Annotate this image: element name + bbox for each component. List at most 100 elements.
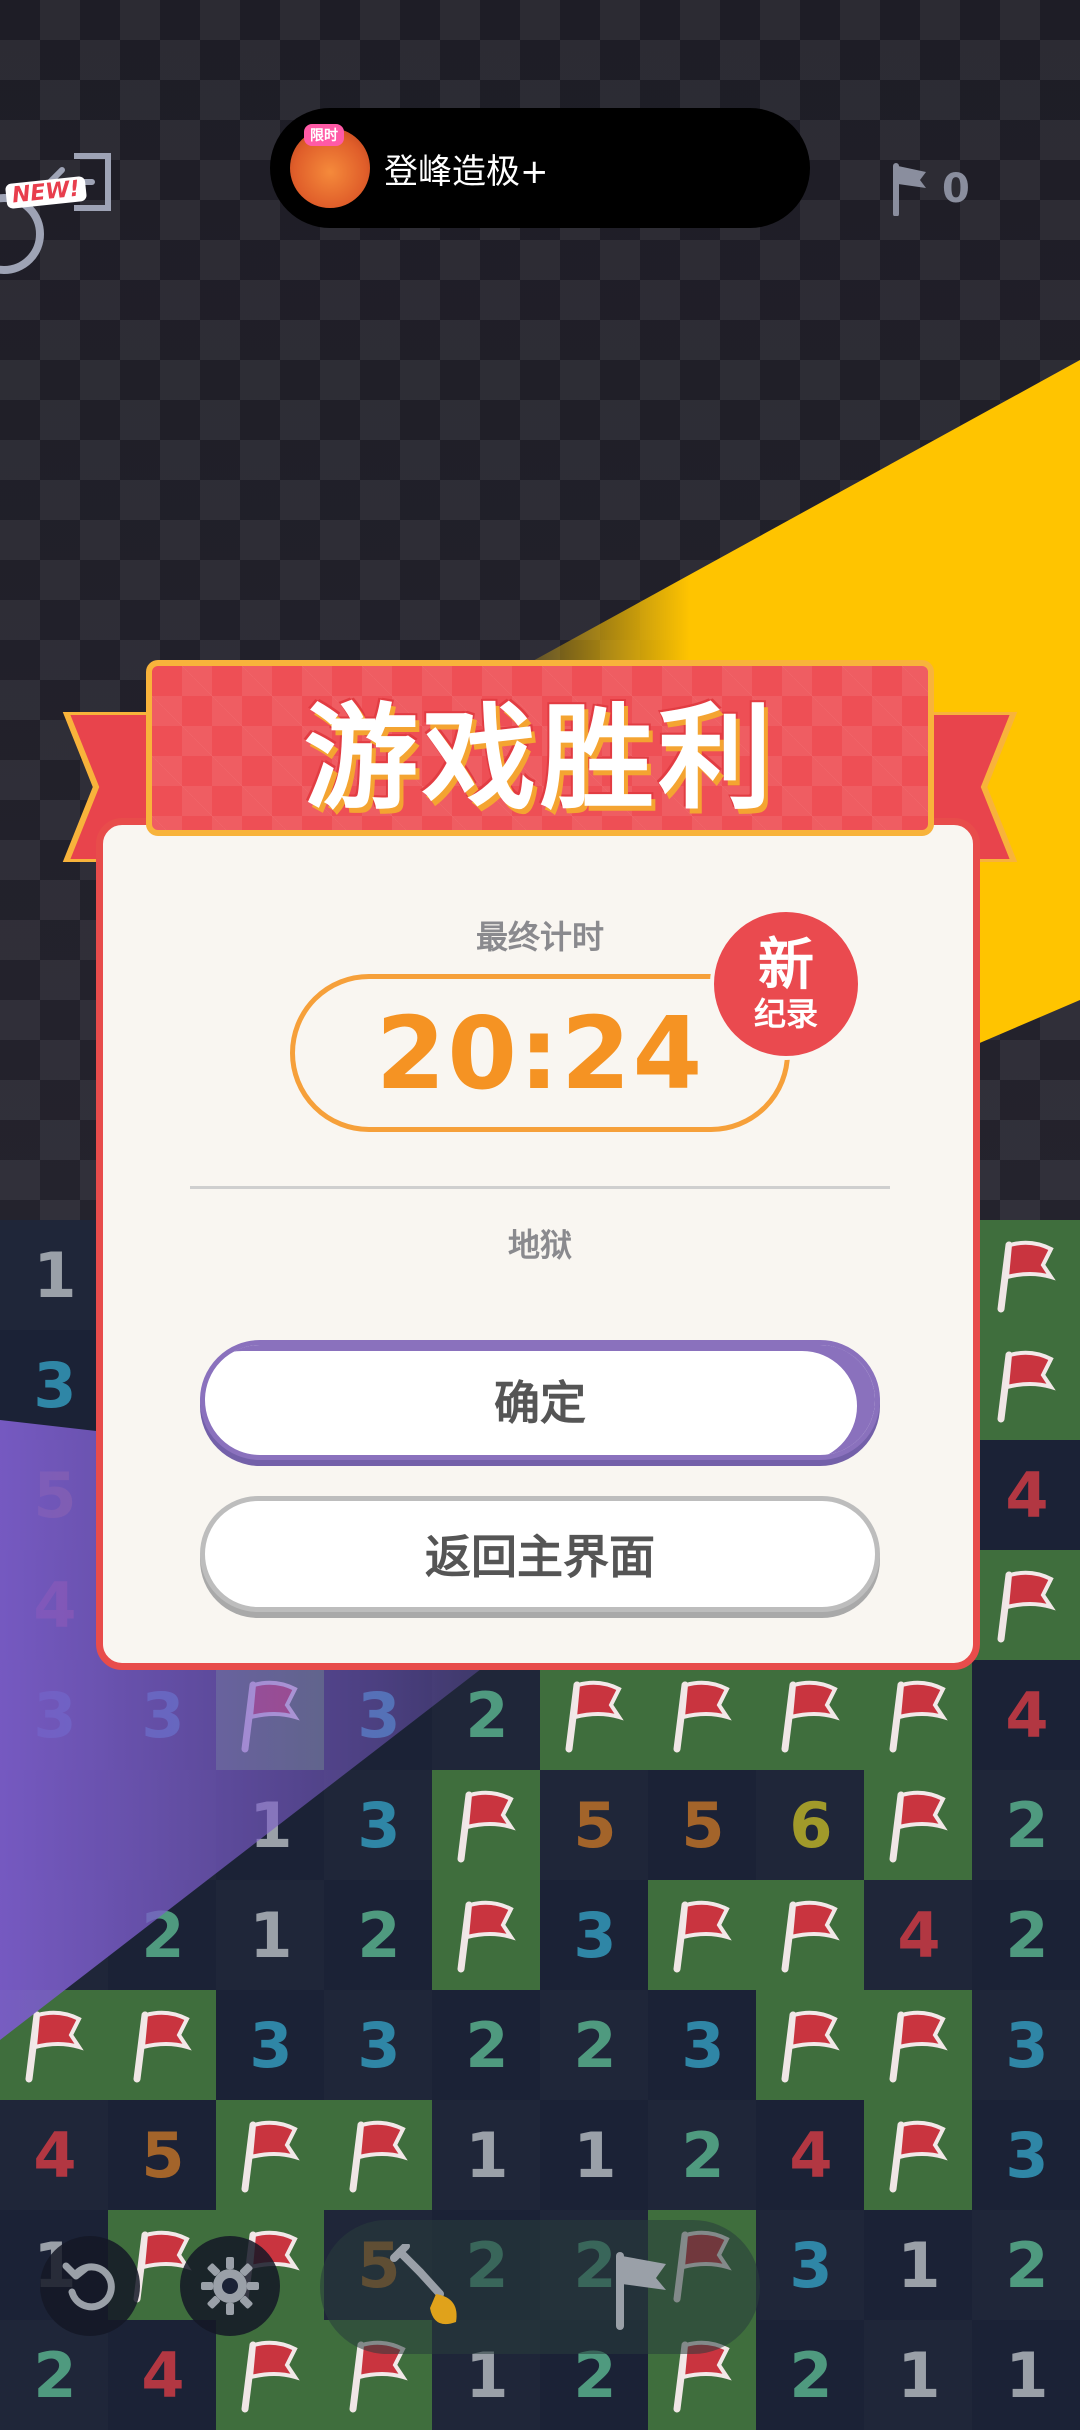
number-cell[interactable]: 4 [756, 2100, 866, 2210]
number-cell[interactable]: 4 [0, 2100, 110, 2210]
flag-cell[interactable] [756, 1660, 866, 1770]
number-cell[interactable]: 3 [108, 1660, 218, 1770]
undo-button[interactable] [40, 2236, 140, 2336]
number-cell[interactable]: 4 [972, 1440, 1080, 1550]
number-cell[interactable]: 3 [0, 1660, 110, 1770]
flag-cell[interactable] [864, 1660, 974, 1770]
flag-icon [25, 2010, 84, 2083]
flag-cell[interactable] [216, 2320, 326, 2430]
flag-cell[interactable] [756, 1880, 866, 1990]
flag-icon [781, 1900, 840, 1973]
flag-counter: 0 [890, 154, 990, 224]
flag-tool-icon[interactable] [610, 2250, 674, 2330]
number-cell[interactable]: 1 [972, 2320, 1080, 2430]
number-cell[interactable]: 2 [324, 1880, 434, 1990]
number-cell[interactable]: 6 [756, 1770, 866, 1880]
empty-cell[interactable] [108, 1770, 218, 1880]
number-cell[interactable]: 3 [0, 1330, 110, 1440]
new-record-badge: 新 纪录 [710, 908, 862, 1060]
final-time-label: 最终计时 [475, 918, 604, 956]
flag-cell[interactable] [972, 1550, 1080, 1660]
flag-icon [889, 1790, 948, 1863]
number-cell[interactable]: 2 [972, 2210, 1080, 2320]
flag-icon [781, 2010, 840, 2083]
flag-cell[interactable] [0, 1990, 110, 2100]
flag-icon [241, 2120, 300, 2193]
flag-icon [457, 1790, 516, 1863]
flag-icon [781, 1680, 840, 1753]
flag-icon [457, 1900, 516, 1973]
flag-cell[interactable] [864, 2100, 974, 2210]
flag-cell[interactable] [972, 1220, 1080, 1330]
number-cell[interactable]: 1 [432, 2100, 542, 2210]
number-cell[interactable]: 3 [324, 1770, 434, 1880]
banner-title: 登峰造极+ [384, 151, 549, 192]
tool-selector[interactable] [320, 2220, 760, 2354]
number-cell[interactable]: 3 [972, 1990, 1080, 2100]
gear-icon [201, 2257, 259, 2315]
number-cell[interactable]: 3 [324, 1660, 434, 1770]
number-cell[interactable]: 2 [648, 2100, 758, 2210]
number-cell[interactable]: 2 [432, 1990, 542, 2100]
event-badge-icon: 限时 [290, 124, 370, 208]
shovel-icon[interactable] [390, 2244, 470, 2334]
number-cell[interactable]: 2 [0, 2320, 110, 2430]
number-cell[interactable]: 1 [0, 1220, 110, 1330]
flag-icon [241, 1680, 300, 1753]
number-cell[interactable]: 3 [540, 1880, 650, 1990]
number-cell[interactable]: 4 [972, 1660, 1080, 1770]
number-cell[interactable]: 4 [864, 1880, 974, 1990]
number-cell[interactable]: 2 [540, 1990, 650, 2100]
flag-cell[interactable] [864, 1990, 974, 2100]
number-cell[interactable]: 1 [864, 2210, 974, 2320]
number-cell[interactable]: 2 [756, 2320, 866, 2430]
difficulty-label: 地狱 [507, 1226, 572, 1264]
number-cell[interactable]: 3 [648, 1990, 758, 2100]
flag-icon [673, 1900, 732, 1973]
flag-cell[interactable] [972, 1330, 1080, 1440]
number-cell[interactable]: 1 [864, 2320, 974, 2430]
flag-cell[interactable] [324, 2100, 434, 2210]
flag-icon [565, 1680, 624, 1753]
flag-icon [349, 2120, 408, 2193]
flag-cell[interactable] [432, 1880, 542, 1990]
flag-cell[interactable] [648, 1880, 758, 1990]
flag-icon [893, 163, 926, 216]
final-time-value: 20:24 [375, 994, 705, 1112]
number-cell[interactable]: 5 [540, 1770, 650, 1880]
confirm-button[interactable]: 确定 [200, 1340, 880, 1460]
number-cell[interactable]: 2 [972, 1880, 1080, 1990]
flag-cell[interactable] [756, 1990, 866, 2100]
number-cell[interactable]: 2 [108, 1880, 218, 1990]
flag-cell[interactable] [540, 1660, 650, 1770]
empty-cell[interactable] [0, 1880, 110, 1990]
return-home-button[interactable]: 返回主界面 [200, 1496, 880, 1612]
number-cell[interactable]: 1 [216, 1880, 326, 1990]
flag-icon [889, 2010, 948, 2083]
number-cell[interactable]: 4 [0, 1550, 110, 1660]
flag-cell[interactable] [648, 1660, 758, 1770]
number-cell[interactable]: 3 [324, 1990, 434, 2100]
flag-cell[interactable] [216, 2100, 326, 2210]
settings-button[interactable] [180, 2236, 280, 2336]
flag-cell[interactable] [432, 1770, 542, 1880]
flag-icon [133, 2010, 192, 2083]
number-cell[interactable]: 2 [972, 1770, 1080, 1880]
flag-icon [889, 1680, 948, 1753]
number-cell[interactable]: 2 [432, 1660, 542, 1770]
empty-cell[interactable] [0, 1770, 110, 1880]
flag-cell[interactable] [864, 1770, 974, 1880]
number-cell[interactable]: 3 [972, 2100, 1080, 2210]
flag-cell[interactable] [216, 1660, 326, 1770]
dynamic-island-banner[interactable]: 限时 登峰造极+ [270, 108, 810, 228]
number-cell[interactable]: 1 [540, 2100, 650, 2210]
number-cell[interactable]: 3 [216, 1990, 326, 2100]
number-cell[interactable]: 5 [648, 1770, 758, 1880]
number-cell[interactable]: 5 [0, 1440, 110, 1550]
number-cell[interactable]: 5 [108, 2100, 218, 2210]
number-cell[interactable]: 3 [756, 2210, 866, 2320]
number-cell[interactable]: 4 [108, 2320, 218, 2430]
limited-time-tag: 限时 [304, 124, 344, 146]
flag-cell[interactable] [108, 1990, 218, 2100]
number-cell[interactable]: 1 [216, 1770, 326, 1880]
